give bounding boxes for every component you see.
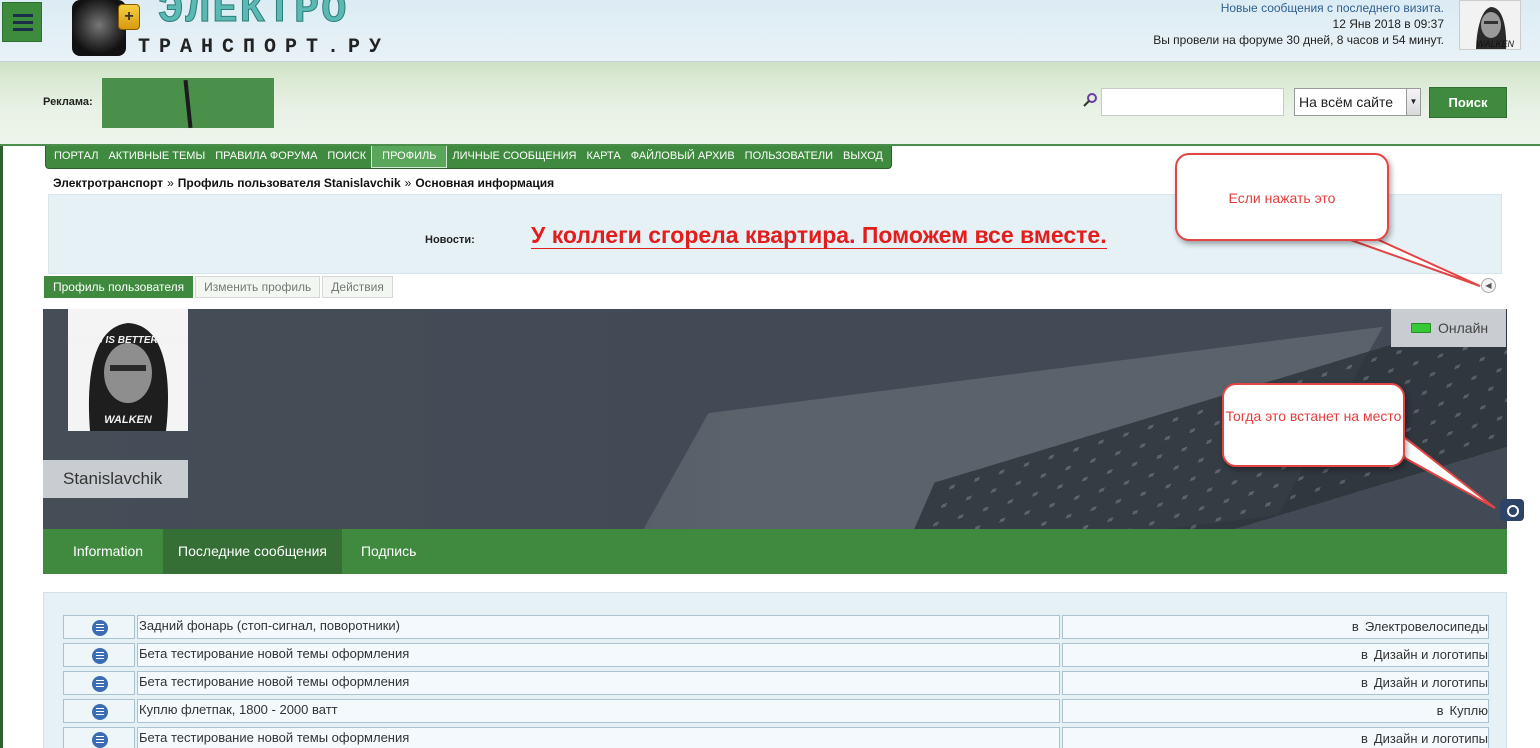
- table-row: Бета тестирование новой темы оформления …: [63, 643, 1489, 668]
- post-forum-link[interactable]: Дизайн и логотипы: [1374, 675, 1488, 690]
- search-input[interactable]: [1101, 88, 1284, 116]
- nav-map[interactable]: КАРТА: [581, 146, 625, 168]
- post-title[interactable]: Задний фонарь (стоп-сигнал, поворотники): [137, 615, 1060, 639]
- post-icon: [92, 732, 108, 748]
- collapse-toggle-icon[interactable]: ◀: [1481, 278, 1496, 293]
- breadcrumb-home[interactable]: Электротранспорт: [53, 176, 163, 190]
- nav-file-archive[interactable]: ФАЙЛОВЫЙ АРХИВ: [626, 146, 740, 168]
- table-row: Задний фонарь (стоп-сигнал, поворотники)…: [63, 615, 1489, 640]
- post-icon: [92, 620, 108, 636]
- breadcrumb: Электротранспорт» Профиль пользователя St…: [53, 176, 555, 190]
- menu-icon: [13, 14, 33, 17]
- post-forum-cell: в Дизайн и логотипы: [1062, 727, 1489, 748]
- post-forum-cell: в Дизайн и логотипы: [1062, 671, 1489, 695]
- post-icon-cell: [63, 727, 135, 748]
- news-link[interactable]: У коллеги сгорела квартира. Поможем все …: [531, 222, 1107, 249]
- callout-second: Тогда это встанет на место: [1222, 383, 1405, 467]
- table-row: Бета тестирование новой темы оформления …: [63, 671, 1489, 696]
- nav-portal[interactable]: ПОРТАЛ: [49, 146, 103, 168]
- camera-icon[interactable]: [1500, 499, 1524, 521]
- menu-button[interactable]: [2, 2, 42, 42]
- post-icon-cell: [63, 643, 135, 667]
- visit-info: Новые сообщения с последнего визита. 12 …: [1153, 0, 1444, 48]
- post-icon: [92, 704, 108, 720]
- ad-banner[interactable]: [102, 78, 274, 129]
- post-forum-cell: в Электровелосипеды: [1062, 615, 1489, 639]
- nav-users[interactable]: ПОЛЬЗОВАТЕЛИ: [740, 146, 838, 168]
- site-header: + ЭЛЕКТРО ТРАНСПОРТ.РУ Новые сообщения с…: [0, 0, 1540, 62]
- post-icon: [92, 676, 108, 692]
- search-scope-value: На всём сайте: [1299, 94, 1394, 110]
- profile-username: Stanislavchik: [43, 460, 188, 498]
- post-forum-cell: в Дизайн и логотипы: [1062, 643, 1489, 667]
- post-icon: [92, 648, 108, 664]
- tab-recent-posts[interactable]: Последние сообщения: [163, 529, 342, 574]
- main-nav: ПОРТАЛ АКТИВНЫЕ ТЕМЫ ПРАВИЛА ФОРУМА ПОИС…: [45, 146, 892, 169]
- subtab-edit-profile[interactable]: Изменить профиль: [195, 276, 321, 298]
- nav-messages[interactable]: ЛИЧНЫЕ СООБЩЕНИЯ: [447, 146, 581, 168]
- nav-search[interactable]: ПОИСК: [322, 146, 371, 168]
- header-avatar-caption: WALKEN: [1476, 39, 1514, 49]
- search-icon: [1083, 93, 1097, 107]
- post-title[interactable]: Бета тестирование новой темы оформления: [137, 671, 1060, 695]
- post-icon-cell: [63, 615, 135, 639]
- callout-first: Если нажать это: [1175, 153, 1389, 241]
- subtab-user-profile[interactable]: Профиль пользователя: [44, 276, 194, 298]
- tab-signature[interactable]: Подпись: [342, 529, 435, 574]
- avatar-portrait: WALKEN: [1460, 1, 1520, 49]
- tab-information[interactable]: Information: [43, 529, 163, 574]
- nav-profile[interactable]: ПРОФИЛЬ: [371, 146, 448, 168]
- time-on-forum: Вы провели на форуме 30 дней, 8 часов и …: [1153, 33, 1444, 47]
- table-row: Бета тестирование новой темы оформления …: [63, 727, 1489, 748]
- post-forum-cell: в Куплю: [1062, 699, 1489, 723]
- search-scope-select[interactable]: На всём сайте ▼: [1294, 88, 1421, 116]
- subtab-actions[interactable]: Действия: [322, 276, 393, 298]
- recent-posts-list: Задний фонарь (стоп-сигнал, поворотники)…: [43, 592, 1507, 748]
- avatar-image: RIDING IS BETTER THAN WALKEN: [68, 309, 188, 431]
- last-visit-date: 12 Янв 2018 в 09:37: [1332, 17, 1444, 31]
- news-label: Новости:: [425, 234, 475, 246]
- ad-search-bar: Реклама: На всём сайте ▼ Поиск: [0, 62, 1540, 146]
- post-forum-link[interactable]: Электровелосипеды: [1365, 619, 1488, 634]
- nav-active-topics[interactable]: АКТИВНЫЕ ТЕМЫ: [103, 146, 210, 168]
- logo-text-top: ЭЛЕКТРО: [157, 0, 349, 35]
- search-button[interactable]: Поиск: [1429, 87, 1507, 118]
- online-status-text: Онлайн: [1438, 320, 1489, 336]
- site-logo[interactable]: + ЭЛЕКТРО ТРАНСПОРТ.РУ: [66, 0, 386, 62]
- new-posts-link[interactable]: Новые сообщения с последнего визита.: [1153, 0, 1444, 16]
- profile-tabs: Information Последние сообщения Подпись: [43, 529, 1507, 574]
- header-avatar[interactable]: WALKEN: [1459, 0, 1521, 50]
- nav-forum-rules[interactable]: ПРАВИЛА ФОРУМА: [210, 146, 322, 168]
- profile-avatar[interactable]: RIDING IS BETTER THAN WALKEN: [68, 309, 188, 431]
- battery-icon: [1411, 323, 1431, 333]
- profile-subtabs: Профиль пользователя Изменить профиль Де…: [44, 276, 395, 298]
- post-title[interactable]: Бета тестирование новой темы оформления: [137, 643, 1060, 667]
- breadcrumb-profile[interactable]: Профиль пользователя Stanislavchik: [178, 176, 401, 190]
- nav-logout[interactable]: ВЫХОД: [838, 146, 888, 168]
- post-icon-cell: [63, 671, 135, 695]
- avatar-text-bottom: WALKEN: [104, 414, 153, 426]
- logo-text-bottom: ТРАНСПОРТ.РУ: [138, 36, 391, 59]
- table-row: Куплю флетпак, 1800 - 2000 ватт в Куплю: [63, 699, 1489, 724]
- chevron-down-icon: ▼: [1406, 89, 1420, 115]
- post-forum-link[interactable]: Дизайн и логотипы: [1374, 647, 1488, 662]
- post-icon-cell: [63, 699, 135, 723]
- ad-label: Реклама:: [43, 96, 93, 108]
- post-title[interactable]: Куплю флетпак, 1800 - 2000 ватт: [137, 699, 1060, 723]
- online-status-badge: Онлайн: [1391, 309, 1506, 347]
- post-title[interactable]: Бета тестирование новой темы оформления: [137, 727, 1060, 748]
- post-forum-link[interactable]: Дизайн и логотипы: [1374, 731, 1488, 746]
- breadcrumb-current: Основная информация: [415, 176, 555, 190]
- post-forum-link[interactable]: Куплю: [1450, 703, 1488, 718]
- avatar-text-top: RIDING IS BETTER THAN: [68, 335, 188, 346]
- battery-logo-icon: +: [118, 4, 140, 30]
